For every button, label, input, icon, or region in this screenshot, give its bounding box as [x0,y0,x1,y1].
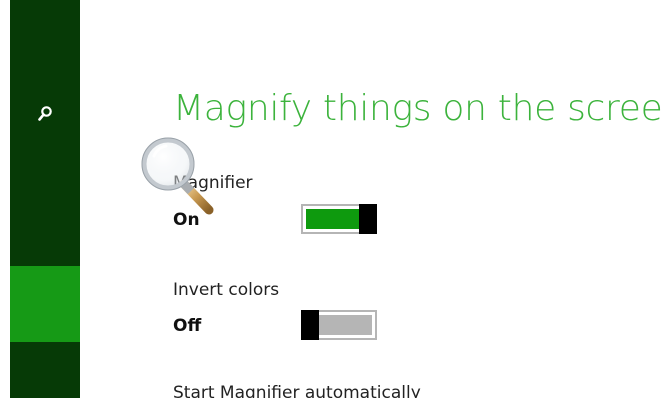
left-gutter [0,0,10,398]
settings-page: Magnify things on the screen Magnifier O… [0,0,664,398]
search-button[interactable] [10,96,80,132]
side-rail [10,0,80,398]
invert-colors-label: Invert colors [173,280,280,300]
rail-selected-item[interactable] [10,266,80,342]
search-icon [38,106,52,121]
invert-colors-toggle-thumb[interactable] [301,310,319,340]
page-title: Magnify things on the screen [173,88,664,129]
magnifier-toggle[interactable] [301,204,377,234]
magnifier-toggle-thumb[interactable] [359,204,377,234]
magnifier-cursor-icon [141,137,214,215]
invert-colors-state: Off [173,316,202,336]
start-magnifier-label: Start Magnifier automatically [173,383,421,398]
invert-colors-toggle[interactable] [301,310,377,340]
